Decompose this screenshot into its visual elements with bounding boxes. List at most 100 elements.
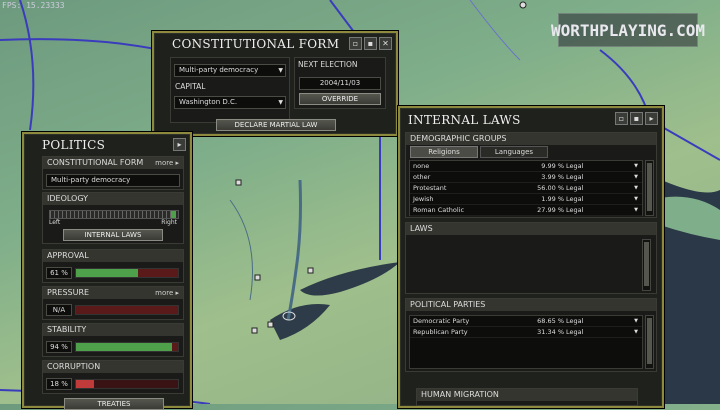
more-link[interactable]: more ▸ — [155, 287, 179, 299]
scrollbar-thumb[interactable] — [647, 163, 652, 211]
election-section: NEXT ELECTION 2004/11/03 OVERRIDE — [294, 57, 386, 109]
religion-row[interactable]: other 3.99 % Legal ▼ — [410, 172, 642, 183]
treaties-button[interactable]: TREATIES — [64, 398, 164, 410]
scrollbar-thumb[interactable] — [647, 318, 652, 364]
religion-name: Jewish — [413, 195, 434, 203]
override-button[interactable]: OVERRIDE — [299, 93, 381, 105]
form-select[interactable]: Multi-party democracy ▼ — [174, 64, 286, 77]
politics-window: POLITICS ▸ CONSTITUTIONAL FORM more ▸ Mu… — [22, 132, 192, 410]
minimize-icon[interactable]: ▫ — [349, 37, 362, 50]
stability-value: 94 % — [46, 341, 72, 353]
migration-header: HUMAN MIGRATION — [417, 389, 637, 401]
approval-header: APPROVAL — [43, 250, 183, 262]
religion-status[interactable]: Legal — [566, 172, 594, 182]
chevron-down-icon[interactable]: ▼ — [634, 183, 638, 193]
parties-header: POLITICAL PARTIES — [406, 299, 656, 311]
religion-percent: 9.99 % — [541, 162, 564, 170]
parties-table: Democratic Party 68.65 % Legal ▼ Republican … — [409, 315, 643, 369]
religion-name: Roman Catholic — [413, 206, 465, 214]
religions-table: none 9.99 % Legal ▼ other 3.99 % Legal ▼ Protest… — [409, 160, 643, 216]
parties-section: POLITICAL PARTIES Democratic Party 68.65 … — [405, 298, 657, 372]
form-select-value: Multi-party democracy — [179, 66, 259, 74]
chevron-down-icon: ▼ — [278, 99, 283, 106]
approval-bar — [75, 268, 179, 278]
party-row[interactable]: Republican Party 31.34 % Legal ▼ — [410, 327, 642, 338]
religion-status[interactable]: Legal — [566, 161, 594, 171]
capital-select[interactable]: Washington D.C. ▼ — [174, 96, 286, 109]
chevron-down-icon[interactable]: ▼ — [634, 194, 638, 204]
party-status[interactable]: Legal — [566, 316, 594, 326]
chevron-down-icon[interactable]: ▼ — [634, 327, 638, 337]
laws-header: LAWS — [406, 223, 656, 235]
watermark-logo: WORTHPLAYING.COM — [551, 13, 705, 47]
religion-status[interactable]: Legal — [566, 205, 594, 215]
maximize-icon[interactable]: ▪ — [364, 37, 377, 50]
window-title: POLITICS — [42, 138, 106, 152]
window-title: INTERNAL LAWS — [408, 113, 521, 127]
religion-row[interactable]: Jewish 1.99 % Legal ▼ — [410, 194, 642, 205]
constitutional-form-window: CONSTITUTIONAL FORM ▫ ▪ ✕ Multi-party de… — [152, 31, 398, 136]
religion-row[interactable]: none 9.99 % Legal ▼ — [410, 161, 642, 172]
tab-languages[interactable]: Languages — [480, 146, 548, 158]
internal-laws-button[interactable]: INTERNAL LAWS — [63, 229, 163, 241]
tab-religions[interactable]: Religions — [410, 146, 478, 158]
stability-bar-fill — [76, 343, 172, 351]
close-icon[interactable]: ▸ — [645, 112, 658, 125]
next-election-value: 2004/11/03 — [319, 79, 361, 87]
section-label: HUMAN MIGRATION — [421, 390, 499, 399]
close-icon[interactable]: ▸ — [173, 138, 186, 151]
section-label: PRESSURE — [47, 288, 90, 297]
laws-scrollbar[interactable] — [642, 239, 651, 291]
laws-section: LAWS — [405, 222, 657, 294]
approval-bar-fill — [76, 269, 139, 277]
more-link[interactable]: more ▸ — [155, 157, 179, 169]
religion-name: other — [413, 173, 431, 181]
section-label: POLITICAL PARTIES — [410, 300, 486, 309]
ideology-slider[interactable] — [49, 210, 179, 219]
scrollbar-thumb[interactable] — [644, 242, 649, 286]
minimize-icon[interactable]: ▫ — [615, 112, 628, 125]
pressure-header: PRESSURE more ▸ — [43, 287, 183, 299]
pressure-section: PRESSURE more ▸ N/A — [42, 286, 184, 320]
religion-name: none — [413, 162, 430, 170]
next-election-date: 2004/11/03 — [299, 77, 381, 90]
chevron-down-icon[interactable]: ▼ — [634, 316, 638, 326]
chevron-down-icon[interactable]: ▼ — [634, 172, 638, 182]
party-row[interactable]: Democratic Party 68.65 % Legal ▼ — [410, 316, 642, 327]
ideology-section: IDEOLOGY Left Right INTERNAL LAWS — [42, 192, 184, 244]
pressure-bar — [75, 305, 179, 315]
religion-percent: 1.99 % — [541, 195, 564, 203]
left-label: Left — [49, 219, 61, 226]
section-label: CORRUPTION — [47, 362, 101, 371]
ideology-slider-handle[interactable] — [171, 211, 176, 218]
stability-header: STABILITY — [43, 324, 183, 336]
form-section: Multi-party democracy ▼ CAPITAL Washingt… — [170, 57, 290, 123]
capital-label: CAPITAL — [175, 82, 206, 91]
internal-laws-window: INTERNAL LAWS ▫ ▪ ▸ DEMOGRAPHIC GROUPS R… — [398, 106, 664, 408]
parties-scrollbar[interactable] — [645, 315, 654, 369]
window-controls: ▸ — [173, 138, 186, 151]
party-status[interactable]: Legal — [566, 327, 594, 337]
close-icon[interactable]: ✕ — [379, 37, 392, 50]
politics-form-value: Multi-party democracy — [46, 174, 180, 187]
chevron-down-icon[interactable]: ▼ — [634, 161, 638, 171]
corruption-section: CORRUPTION 18 % — [42, 360, 184, 394]
religions-scrollbar[interactable] — [645, 160, 654, 216]
fps-counter: FPS: 15.23333 — [2, 1, 65, 10]
demographic-section: DEMOGRAPHIC GROUPS Religions Languages n… — [405, 132, 657, 218]
corruption-bar-fill — [76, 380, 95, 388]
religion-row[interactable]: Protestant 56.00 % Legal ▼ — [410, 183, 642, 194]
politics-form-header: CONSTITUTIONAL FORM more ▸ — [43, 157, 183, 169]
right-label: Right — [161, 219, 177, 226]
declare-martial-law-button[interactable]: DECLARE MARTIAL LAW — [216, 119, 336, 131]
ideology-header: IDEOLOGY — [43, 193, 183, 205]
window-title: CONSTITUTIONAL FORM — [172, 37, 340, 51]
religion-row[interactable]: Roman Catholic 27.99 % Legal ▼ — [410, 205, 642, 216]
religion-percent: 56.00 % — [537, 184, 564, 192]
maximize-icon[interactable]: ▪ — [630, 112, 643, 125]
religion-status[interactable]: Legal — [566, 194, 594, 204]
chevron-down-icon[interactable]: ▼ — [634, 205, 638, 215]
party-name: Republican Party — [413, 328, 468, 336]
corruption-bar — [75, 379, 179, 389]
religion-status[interactable]: Legal — [566, 183, 594, 193]
